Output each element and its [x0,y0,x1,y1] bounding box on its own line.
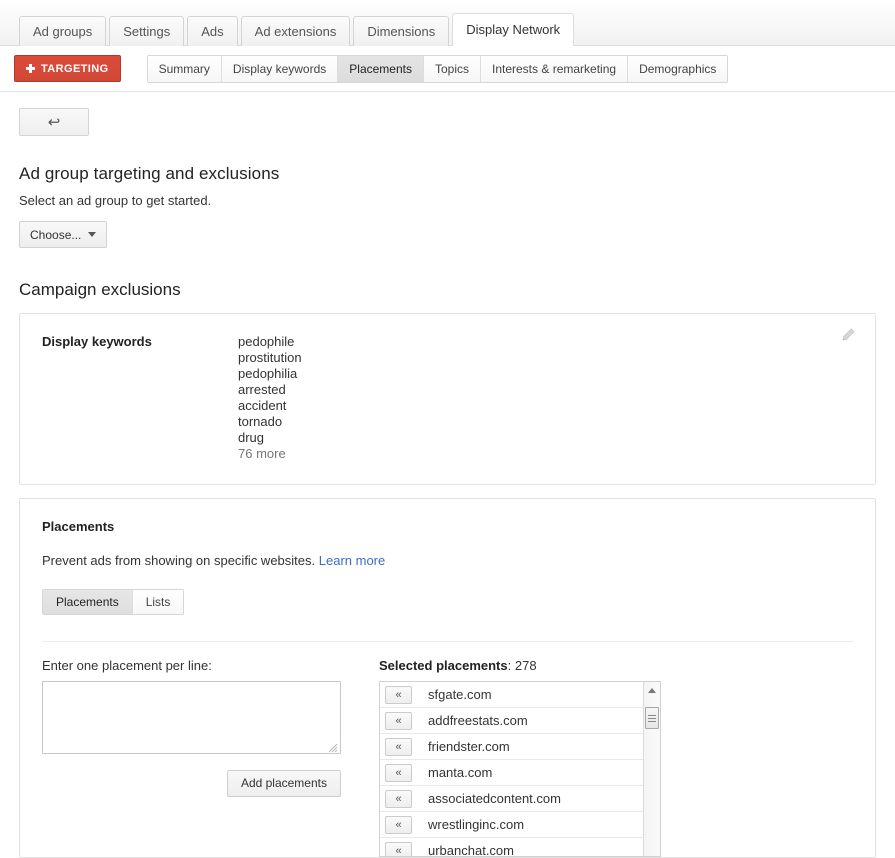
placement-textarea-wrapper [42,681,341,757]
keyword-item: accident [238,398,287,413]
placement-input-label: Enter one placement per line: [42,658,212,673]
segment-placements[interactable]: Placements [43,590,133,614]
display-keywords-label: Display keywords [42,334,152,349]
selected-placements-label: Selected placements [379,658,508,673]
scroll-up-arrow-icon[interactable] [644,682,660,699]
subtab-interests-remarketing[interactable]: Interests & remarketing [481,55,629,82]
segment-lists[interactable]: Lists [132,590,184,614]
remove-placement-button[interactable]: « [385,685,412,704]
tab-ad-groups[interactable]: Ad groups [19,16,107,46]
campaign-exclusions-title: Campaign exclusions [19,280,181,299]
subtab-summary[interactable]: Summary [147,55,222,82]
table-row[interactable]: « associatedcontent.com [380,786,643,812]
keywords-more-count: 76 more [238,446,286,461]
placement-name: manta.com [428,765,493,780]
subtab-topics[interactable]: Topics [423,55,481,82]
remove-placement-button[interactable]: « [385,711,412,730]
tab-ad-extensions[interactable]: Ad extensions [240,16,351,46]
placement-name: associatedcontent.com [428,791,561,806]
keyword-item: pedophile [238,334,295,349]
placements-columns: Enter one placement per line: Add placem… [42,641,853,857]
table-row[interactable]: « addfreestats.com [380,708,643,734]
placements-card-title: Placements [42,519,115,534]
scrollbar-thumb[interactable] [645,707,659,729]
tab-dimensions[interactable]: Dimensions [353,16,450,46]
table-row[interactable]: « sfgate.com [380,682,643,708]
plus-icon [26,64,35,73]
chevron-down-icon [88,232,97,237]
table-row[interactable]: « manta.com [380,760,643,786]
subtab-demographics[interactable]: Demographics [628,55,728,82]
choose-ad-group-dropdown[interactable]: Choose... [19,221,108,248]
keyword-item: tornado [238,414,283,429]
subtab-display-keywords[interactable]: Display keywords [221,55,339,82]
keyword-item: prostitution [238,350,302,365]
placement-input[interactable] [42,681,341,754]
remove-placement-button[interactable]: « [385,789,412,808]
page-subtitle: Select an ad group to get started. [19,193,212,208]
list-scrollbar[interactable] [643,682,660,856]
add-targeting-button[interactable]: TARGETING [14,55,121,82]
targeting-sub-tabs: Summary Display keywords Placements Topi… [146,54,729,83]
selected-placements-column: Selected placements: 278 « sfgate.com « … [379,658,853,857]
placements-segmented-control: Placements Lists [42,589,185,615]
placement-name: urbanchat.com [428,843,514,857]
back-arrow-icon: ↩ [47,113,61,131]
placements-card: Placements Prevent ads from showing on s… [19,498,876,858]
remove-placement-button[interactable]: « [385,763,412,782]
placements-description: Prevent ads from showing on specific web… [42,553,853,568]
table-row[interactable]: « urbanchat.com [380,838,643,857]
add-placements-row: Add placements [42,770,341,797]
targeting-button-label: TARGETING [41,62,109,75]
selected-placements-count: 278 [514,658,537,673]
display-keywords-values: pedophile prostitution pedophilia arrest… [238,334,302,462]
main-tabs: Ad groups Settings Ads Ad extensions Dim… [19,0,895,46]
selected-placements-listbox[interactable]: « sfgate.com « addfreestats.com « friend… [379,681,661,857]
selected-placements-separator: : [507,658,515,673]
display-keywords-card: Display keywords pedophile prostitution … [19,313,876,485]
remove-placement-button[interactable]: « [385,737,412,756]
page-title: Ad group targeting and exclusions [19,164,280,183]
selected-placements-header: Selected placements: 278 [379,658,853,673]
placements-description-text: Prevent ads from showing on specific web… [42,553,316,568]
keyword-item: arrested [238,382,286,397]
learn-more-link[interactable]: Learn more [319,553,385,568]
keyword-item: pedophilia [238,366,298,381]
tab-settings[interactable]: Settings [109,16,185,46]
choose-dropdown-label: Choose... [30,227,82,242]
placement-name: friendster.com [428,739,510,754]
placement-name: addfreestats.com [428,713,528,728]
keyword-item: drug [238,430,265,445]
remove-placement-button[interactable]: « [385,815,412,834]
sub-toolbar: TARGETING Summary Display keywords Place… [0,46,895,92]
placement-name: sfgate.com [428,687,492,702]
tab-display-network[interactable]: Display Network [452,13,575,46]
placement-name: wrestlinginc.com [428,817,525,832]
table-row[interactable]: « wrestlinginc.com [380,812,643,838]
table-row[interactable]: « friendster.com [380,734,643,760]
selected-placements-list: « sfgate.com « addfreestats.com « friend… [380,682,643,856]
display-keywords-row: Display keywords pedophile prostitution … [42,334,853,462]
edit-pencil-icon[interactable] [840,327,856,343]
remove-placement-button[interactable]: « [385,841,412,856]
tab-ads[interactable]: Ads [187,16,238,46]
page-content: ↩ Ad group targeting and exclusions Sele… [0,92,895,858]
placements-entry-column: Enter one placement per line: Add placem… [42,658,362,857]
back-button[interactable]: ↩ [19,108,89,136]
subtab-placements[interactable]: Placements [338,55,424,82]
add-placements-button[interactable]: Add placements [226,770,341,797]
main-tab-strip: Ad groups Settings Ads Ad extensions Dim… [0,0,895,46]
